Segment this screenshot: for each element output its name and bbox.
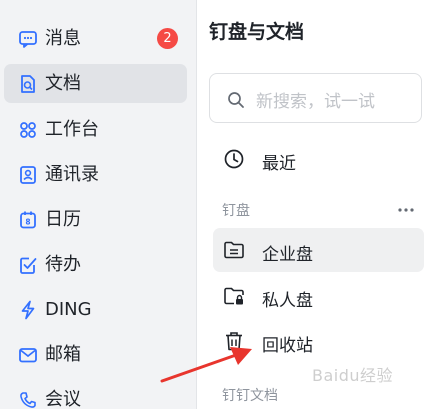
sidebar-item-contacts[interactable]: 通讯录	[4, 155, 187, 194]
search-placeholder: 新搜索，试一试	[256, 92, 375, 112]
section-dingpan: 钉盘	[222, 203, 250, 219]
lightning-icon	[21, 300, 35, 320]
recent-item[interactable]: 最近	[213, 137, 424, 181]
chat-icon	[19, 31, 37, 48]
sidebar-item-calendar[interactable]: 8 日历	[4, 200, 187, 239]
sidebar-item-label: 会议	[45, 389, 81, 410]
sidebar: 消息 2 文档 工作台 通讯录 8 日历 待办 DING 邮箱 会议	[0, 0, 196, 410]
sidebar-item-documents[interactable]: 文档	[4, 64, 187, 103]
recent-label: 最近	[262, 154, 296, 174]
private-drive-item[interactable]: 私人盘	[213, 274, 424, 318]
apps-grid-icon	[20, 122, 36, 138]
search-input[interactable]: 新搜索，试一试	[209, 73, 422, 123]
sidebar-item-label: 待办	[45, 254, 81, 275]
svg-text:8: 8	[25, 218, 30, 227]
unread-badge: 2	[157, 28, 178, 49]
enterprise-drive-label: 企业盘	[262, 245, 313, 265]
sidebar-item-label: 通讯录	[45, 164, 99, 185]
sidebar-item-label: 文档	[45, 73, 81, 94]
recycle-bin-label: 回收站	[262, 336, 313, 356]
contacts-icon	[20, 166, 36, 184]
sidebar-item-todo[interactable]: 待办	[4, 245, 187, 284]
todo-check-icon	[20, 257, 37, 274]
sidebar-item-mail[interactable]: 邮箱	[4, 335, 187, 374]
panel-title: 钉盘与文档	[209, 21, 305, 43]
private-drive-label: 私人盘	[262, 291, 313, 311]
sidebar-item-label: 邮箱	[45, 344, 81, 365]
sidebar-item-messages[interactable]: 消息 2	[4, 19, 187, 58]
private-folder-icon	[224, 287, 244, 305]
sidebar-item-label: 日历	[45, 209, 81, 230]
sidebar-item-workbench[interactable]: 工作台	[4, 110, 187, 149]
watermark: Baidu经验	[312, 366, 394, 385]
sidebar-item-label: 工作台	[45, 119, 99, 140]
enterprise-drive-item[interactable]: 企业盘	[213, 228, 424, 272]
trash-icon	[226, 332, 242, 351]
enterprise-folder-icon	[224, 241, 244, 259]
search-icon	[228, 92, 244, 108]
section-dingtalk-docs: 钉钉文档	[222, 388, 278, 404]
sidebar-item-label: 消息	[45, 28, 81, 49]
sidebar-divider	[196, 0, 197, 409]
sidebar-item-meeting[interactable]: 会议	[4, 380, 187, 419]
calendar-icon: 8	[20, 211, 36, 229]
mail-icon	[19, 348, 37, 363]
meeting-phone-icon	[20, 392, 36, 408]
document-icon	[21, 75, 35, 93]
clock-icon	[224, 149, 244, 169]
sidebar-item-label: DING	[45, 299, 92, 320]
recycle-bin-item[interactable]: 回收站	[213, 319, 424, 363]
sidebar-item-ding[interactable]: DING	[4, 290, 187, 329]
more-options-icon[interactable]	[396, 200, 416, 220]
